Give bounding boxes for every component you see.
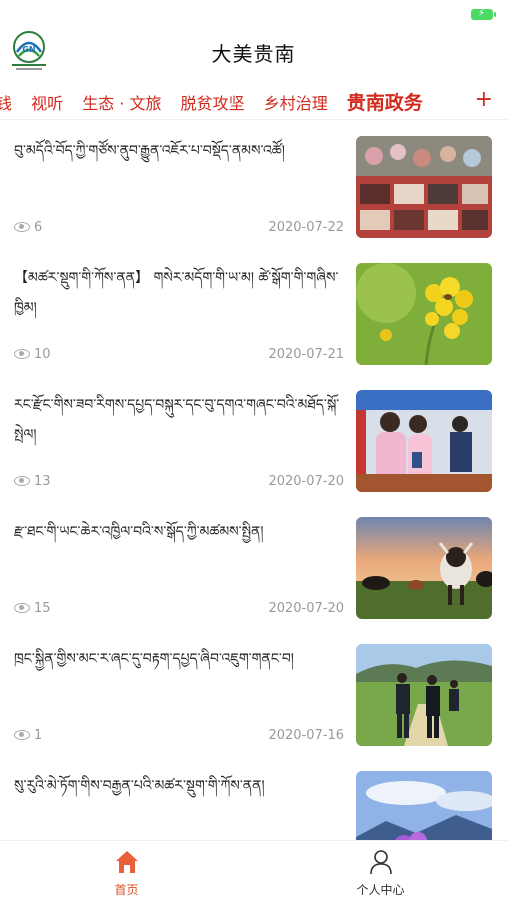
news-item[interactable]: སུ་རུའི་མེ་ཏོག་གིས་བརྒྱན་པའི་མཚར་སྡུག་གི…: [0, 757, 507, 840]
news-item[interactable]: 【མཚར་སྡུག་གི་ཀོས་ནན】 གསེར་མདོག་གི་ཡ་མ། ཚ…: [0, 249, 507, 376]
plus-icon[interactable]: +: [475, 86, 493, 114]
tab-profile-label: 个人中心: [356, 883, 405, 897]
news-date: 2020-07-16: [268, 728, 344, 743]
news-meta: 6 2020-07-22: [14, 220, 344, 238]
news-list: བུ་མདོའི་བོད་ཀྱི་གཙོས་ནུབ་རྒྱུན་འཇོར་པ་བ…: [0, 122, 507, 840]
bottom-tab-bar: 首页 个人中心: [0, 840, 507, 900]
news-meta: 10 2020-07-21: [14, 347, 344, 365]
channel-tab-government-affairs[interactable]: 贵南政务: [347, 88, 423, 115]
news-date: 2020-07-22: [268, 220, 344, 235]
status-bar: ⚡: [0, 0, 507, 26]
news-title[interactable]: བུ་མདོའི་བོད་ཀྱི་གཙོས་ནུབ་རྒྱུན་འཇོར་པ་བ…: [14, 136, 344, 166]
yak-grassland-photo[interactable]: [356, 517, 492, 619]
view-count: 15: [34, 601, 51, 616]
view-count: 13: [34, 474, 51, 489]
app-header: GN 大美贵南: [0, 26, 507, 80]
channel-tab-partial[interactable]: 钱: [0, 90, 12, 114]
news-date: 2020-07-20: [268, 601, 344, 616]
channel-nav: 钱 视听 生态 · 文旅 脱贫攻坚 乡村治理 贵南政务 +: [0, 84, 507, 120]
news-meta: 1 2020-07-16: [14, 728, 344, 746]
view-count: 6: [34, 220, 43, 235]
news-title[interactable]: སུ་རུའི་མེ་ཏོག་གིས་བརྒྱན་པའི་མཚར་སྡུག་གི…: [14, 771, 344, 801]
news-item[interactable]: ཁྲང་སྐྱིན་གྱིས་མང་ར་ཞང་དུ་བརྟག་དཔྱད་ཞིབ་…: [0, 630, 507, 757]
news-meta: 13 2020-07-20: [14, 474, 344, 492]
news-title[interactable]: རང་རྫོང་གིས་ཟབ་རིགས་དཔྱད་བསྐུར་དང་བུ་དགའ…: [14, 390, 344, 450]
rapeseed-bee-photo[interactable]: [356, 263, 492, 365]
channel-tab-audiovisual[interactable]: 视听: [31, 90, 63, 114]
news-title[interactable]: རྫ་ཐང་གི་ཡང་ཆེར་འཁྱིལ་བའི་ས་སྒོད་ཀྱི་མཚམ…: [14, 517, 344, 547]
battery-icon: ⚡: [471, 8, 496, 20]
news-date: 2020-07-21: [268, 347, 344, 362]
news-title[interactable]: ཁྲང་སྐྱིན་གྱིས་མང་ར་ཞང་དུ་བརྟག་དཔྱད་ཞིབ་…: [14, 644, 344, 674]
news-title[interactable]: 【མཚར་སྡུག་གི་ཀོས་ནན】 གསེར་མདོག་གི་ཡ་མ། ཚ…: [14, 263, 344, 323]
exhibition-booth-photo[interactable]: [356, 390, 492, 492]
news-item[interactable]: རང་རྫོང་གིས་ཟབ་རིགས་དཔྱད་བསྐུར་དང་བུ་དགའ…: [0, 376, 507, 503]
channel-tab-ecology-tourism[interactable]: 生态 · 文旅: [82, 90, 161, 114]
eye-icon: [14, 730, 30, 740]
officials-walking-photo[interactable]: [356, 644, 492, 746]
channel-track: 钱 视听 生态 · 文旅 脱贫攻坚 乡村治理 贵南政务: [0, 88, 437, 115]
news-meta: 15 2020-07-20: [14, 601, 344, 619]
eye-icon: [14, 603, 30, 613]
view-count: 10: [34, 347, 51, 362]
channel-tab-poverty-alleviation[interactable]: 脱贫攻坚: [181, 90, 245, 114]
home-icon: [116, 851, 138, 873]
flowers-mountain-photo[interactable]: [356, 771, 492, 840]
market-stalls-photo[interactable]: [356, 136, 492, 238]
view-count: 1: [34, 728, 43, 743]
user-icon: [370, 850, 392, 875]
eye-icon: [14, 222, 30, 232]
page-title: 大美贵南: [211, 42, 296, 66]
channel-tab-rural-governance[interactable]: 乡村治理: [264, 90, 328, 114]
tab-home[interactable]: 首页: [0, 841, 253, 900]
news-item[interactable]: བུ་མདོའི་བོད་ཀྱི་གཙོས་ནུབ་རྒྱུན་འཇོར་པ་བ…: [0, 122, 507, 249]
news-date: 2020-07-20: [268, 474, 344, 489]
tab-profile[interactable]: 个人中心: [254, 841, 507, 900]
eye-icon: [14, 349, 30, 359]
news-item[interactable]: རྫ་ཐང་གི་ཡང་ཆེར་འཁྱིལ་བའི་ས་སྒོད་ཀྱི་མཚམ…: [0, 503, 507, 630]
tab-home-label: 首页: [114, 883, 139, 897]
eye-icon: [14, 476, 30, 486]
